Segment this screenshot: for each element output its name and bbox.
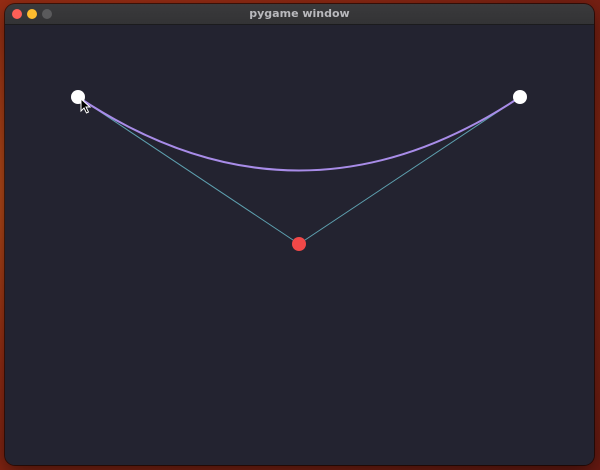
bezier-scene[interactable] — [5, 25, 594, 465]
control-line-left — [77, 96, 300, 245]
end-point[interactable] — [513, 90, 527, 104]
window-title: pygame window — [249, 7, 350, 20]
drawing-canvas[interactable] — [5, 25, 594, 465]
pygame-window: pygame window — [5, 4, 594, 465]
control-line-right — [298, 96, 521, 245]
title-bar[interactable]: pygame window — [5, 4, 594, 25]
bezier-curve — [77, 96, 521, 172]
control-point[interactable] — [292, 237, 306, 251]
